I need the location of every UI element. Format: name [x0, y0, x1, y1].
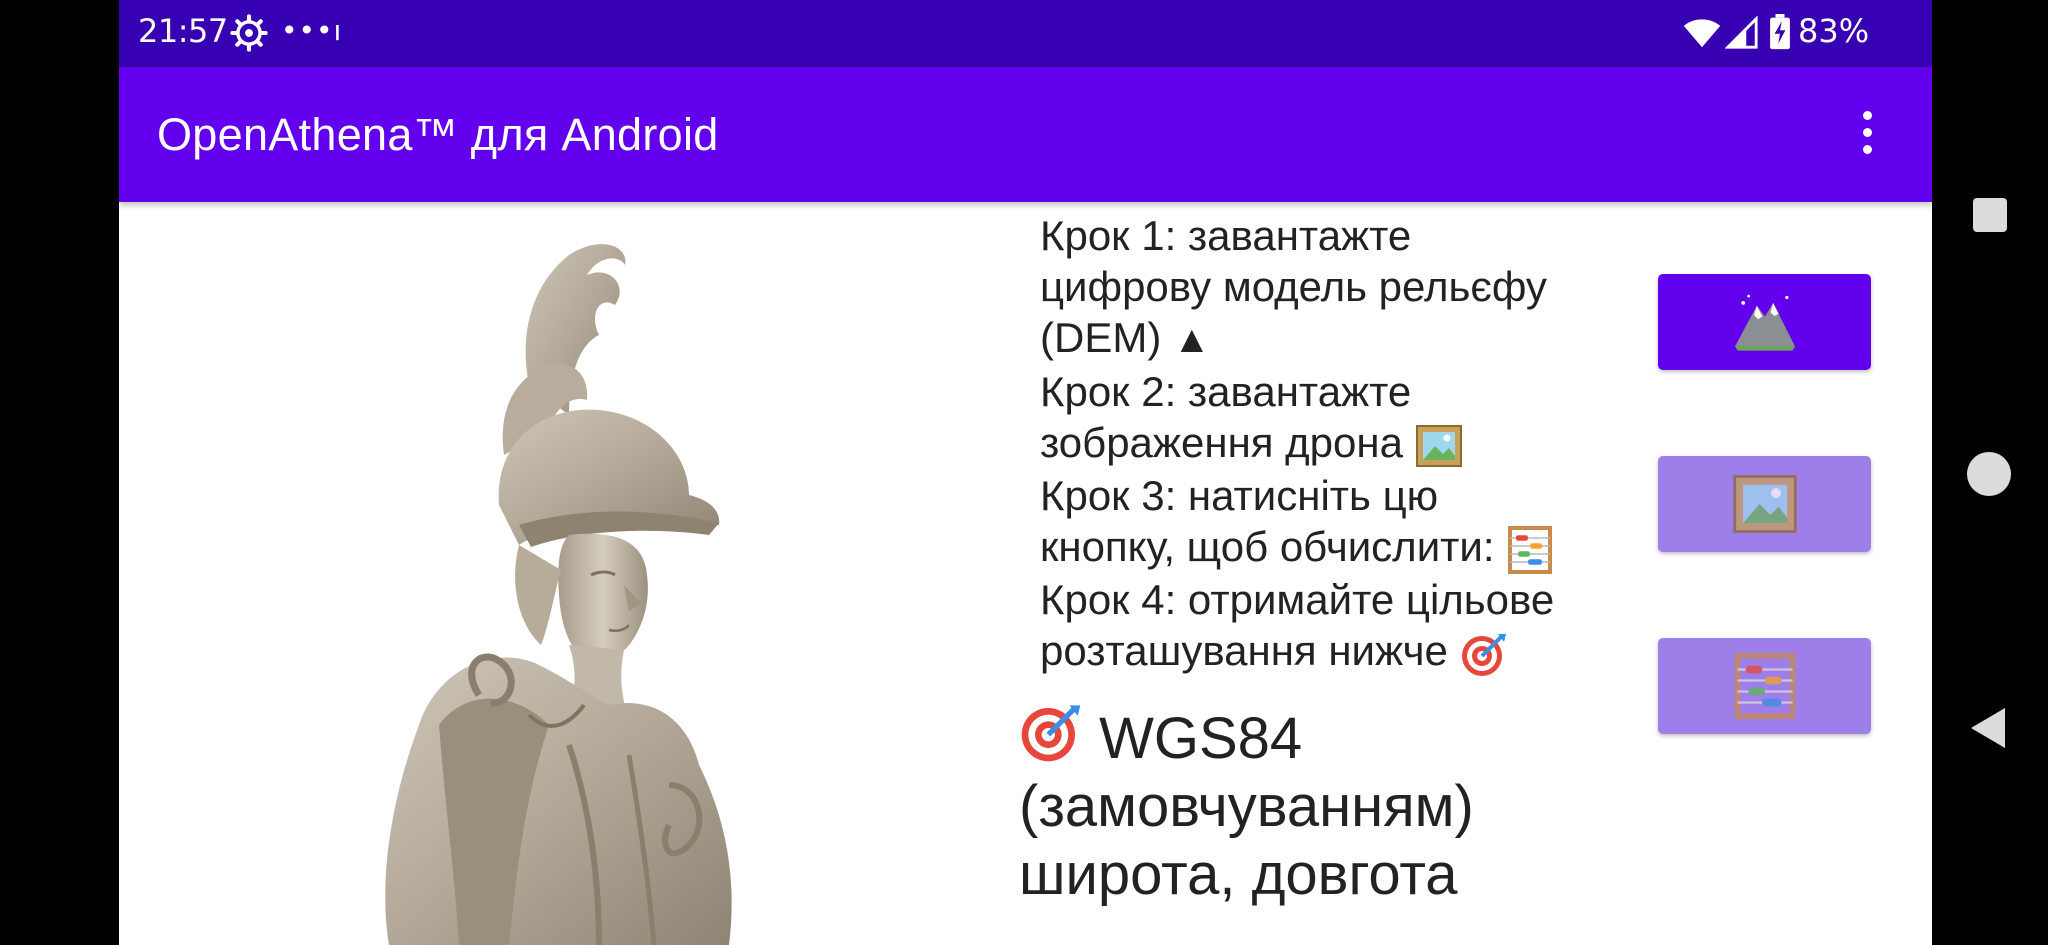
battery-percent: 83%: [1798, 12, 1870, 50]
status-bar: 21:57 •••ı 83%: [119, 0, 1932, 67]
overflow-menu-icon[interactable]: [1857, 111, 1877, 159]
app-title: OpenAthena™ для Android: [157, 109, 719, 160]
triangle-icon: ▲: [1172, 319, 1211, 362]
calculate-button[interactable]: [1658, 638, 1871, 734]
notification-dots: •••ı: [281, 14, 343, 47]
mountain-icon: [1734, 294, 1795, 351]
back-triangle-icon[interactable]: [1969, 706, 2009, 750]
cell-signal-icon: [1725, 16, 1758, 49]
result-datum: WGS84: [1099, 706, 1303, 771]
picture-icon: [1415, 425, 1462, 468]
step-1: Крок 1: завантажте цифрову модель рельєф…: [1040, 210, 1560, 366]
instructions: Крок 1: завантажте цифрову модель рельєф…: [1040, 210, 1560, 678]
step-3-text: Крок 3: натисніть цю кнопку, щоб обчисли…: [1040, 472, 1507, 571]
screen: 21:57 •••ı 83% OpenAthena™ для Android К…: [0, 0, 2048, 945]
target-icon: [1461, 634, 1506, 677]
app-window: 21:57 •••ı 83% OpenAthena™ для Android К…: [119, 0, 1932, 945]
target-icon: [1021, 705, 1081, 762]
step-1-text: Крок 1: завантажте цифрову модель рельєф…: [1040, 212, 1547, 361]
home-circle-icon[interactable]: [1967, 452, 2011, 496]
result-output: WGS84 (замовчуванням) широта, довгота: [1019, 700, 1619, 909]
wifi-icon: [1683, 19, 1721, 48]
abacus-icon: [1734, 653, 1795, 719]
status-time: 21:57: [138, 12, 228, 50]
step-4: Крок 4: отримайте цільове розташування н…: [1040, 574, 1560, 678]
step-2: Крок 2: завантажте зображення дрона: [1040, 366, 1560, 470]
recents-square-icon[interactable]: [1973, 198, 2007, 232]
step-3: Крок 3: натисніть цю кнопку, щоб обчисли…: [1040, 470, 1560, 575]
load-dem-button[interactable]: [1658, 274, 1871, 370]
load-image-button[interactable]: [1658, 456, 1871, 552]
picture-icon: [1732, 475, 1797, 533]
battery-charging-icon: [1770, 14, 1790, 50]
app-bar: OpenAthena™ для Android: [119, 67, 1932, 202]
abacus-icon: [1508, 526, 1553, 575]
result-line-3: широта, довгота: [1019, 842, 1458, 907]
result-line-1: WGS84: [1019, 700, 1619, 773]
result-line-2: (замовчуванням): [1019, 774, 1474, 839]
gear-icon: [230, 14, 268, 52]
step-2-text: Крок 2: завантажте зображення дрона: [1040, 368, 1415, 467]
athena-statue-image: [385, 244, 732, 945]
